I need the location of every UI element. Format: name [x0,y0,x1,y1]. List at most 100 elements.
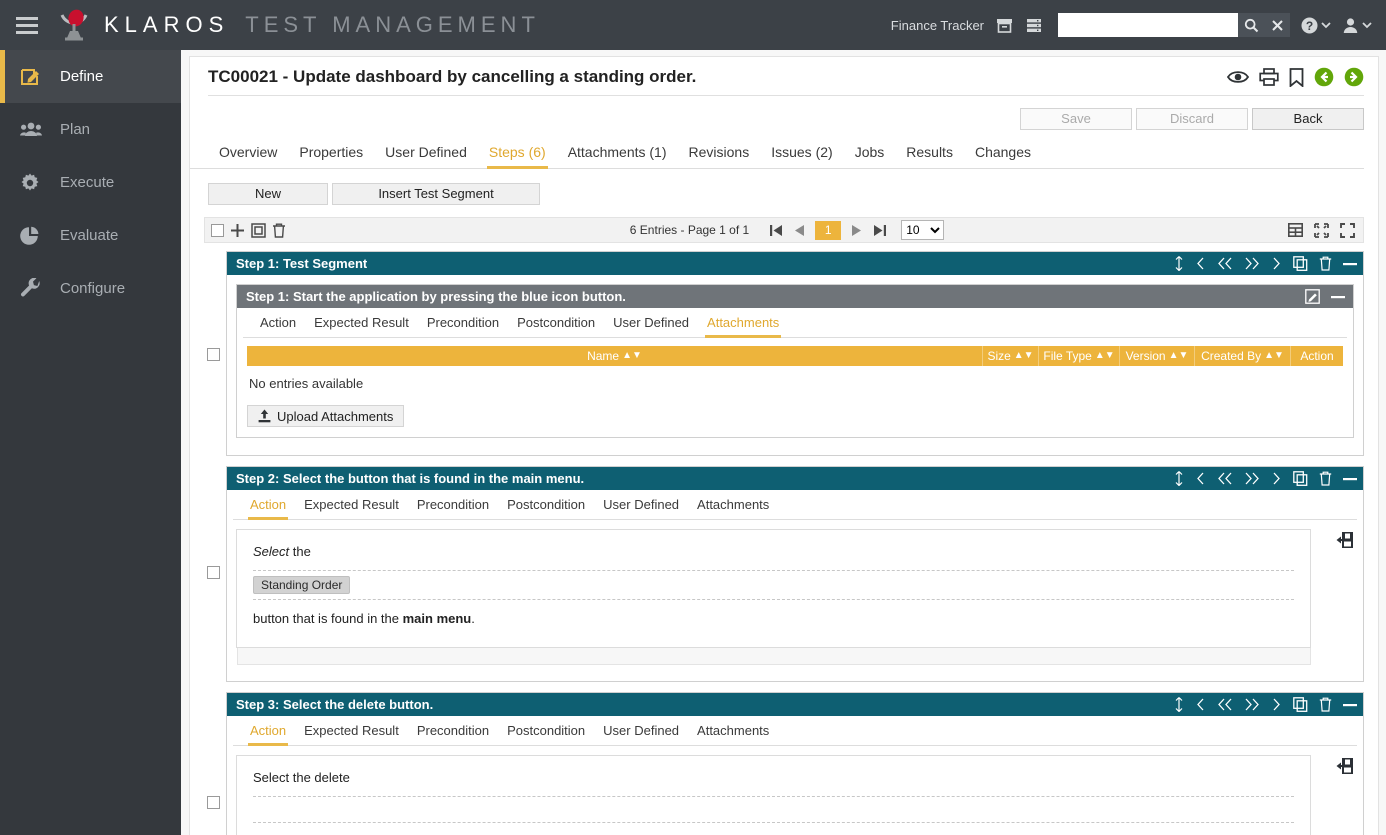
collapse-all-icon[interactable] [1314,222,1329,238]
column-header-version[interactable]: Version ▲▼ [1120,346,1195,366]
project-name[interactable]: Finance Tracker [891,18,984,33]
delete-icon[interactable] [272,223,286,238]
step-tab-action[interactable]: Action [241,490,295,520]
archive-box-icon[interactable] [994,15,1014,35]
step-tab-postcondition[interactable]: Postcondition [498,716,594,745]
tab-overview[interactable]: Overview [208,138,288,168]
tab-results[interactable]: Results [895,138,964,168]
collapse-icon[interactable] [1331,295,1345,299]
drag-move-icon[interactable] [1174,697,1184,712]
page-number[interactable]: 1 [815,220,842,240]
move-last-icon[interactable] [1244,472,1260,485]
menu-toggle-icon[interactable] [0,0,54,50]
drag-move-icon[interactable] [1174,256,1184,271]
search-icon[interactable] [1238,13,1264,37]
copy-icon[interactable] [1293,256,1308,271]
edit-icon[interactable] [1305,289,1320,304]
upload-attachments-button[interactable]: Upload Attachments [247,405,405,427]
column-header-created-by[interactable]: Created By ▲▼ [1195,346,1291,366]
column-header-name[interactable]: Name ▲▼ [247,346,983,366]
step-tab-postcondition[interactable]: Postcondition [508,308,604,337]
delete-icon[interactable] [1319,697,1332,712]
step-tab-precondition[interactable]: Precondition [418,308,508,337]
step-tab-expected-result[interactable]: Expected Result [305,308,418,337]
row-checkbox[interactable] [207,796,220,809]
tab-jobs[interactable]: Jobs [844,138,896,168]
move-first-icon[interactable] [1217,257,1233,270]
step-tab-action[interactable]: Action [241,716,295,746]
move-right-icon[interactable] [1271,472,1282,485]
sidebar-item-define[interactable]: Define [0,50,181,103]
tab-revisions[interactable]: Revisions [678,138,761,168]
sidebar-item-execute[interactable]: Execute [0,156,181,209]
table-view-icon[interactable] [1288,223,1303,237]
tab-attachments[interactable]: Attachments (1) [557,138,678,168]
save-step-icon[interactable] [1336,757,1354,775]
row-checkbox[interactable] [207,348,220,361]
discard-button[interactable]: Discard [1136,108,1248,130]
move-left-icon[interactable] [1195,698,1206,711]
step-tab-user-defined[interactable]: User Defined [594,490,688,519]
step-tab-expected-result[interactable]: Expected Result [295,490,408,519]
column-header-size[interactable]: Size ▲▼ [983,346,1039,366]
collapse-icon[interactable] [1343,262,1357,266]
print-icon[interactable] [1259,68,1279,86]
collapse-icon[interactable] [1343,703,1357,707]
column-header-file-type[interactable]: File Type ▲▼ [1039,346,1120,366]
sidebar-item-configure[interactable]: Configure [0,262,181,315]
tab-user-defined[interactable]: User Defined [374,138,478,168]
collapse-icon[interactable] [1343,477,1357,481]
sidebar-item-plan[interactable]: Plan [0,103,181,156]
last-page-icon[interactable] [872,223,887,238]
row-checkbox[interactable] [207,566,220,579]
delete-icon[interactable] [1319,256,1332,271]
fullscreen-icon[interactable] [1340,222,1355,238]
step-tab-attachments[interactable]: Attachments [698,308,788,338]
help-menu[interactable]: ? [1300,16,1331,35]
tab-issues[interactable]: Issues (2) [760,138,843,168]
server-list-icon[interactable] [1024,15,1044,35]
step-tab-postcondition[interactable]: Postcondition [498,490,594,519]
standing-order-chip[interactable]: Standing Order [253,576,351,594]
new-step-button[interactable]: New [208,183,328,205]
prev-green-icon[interactable] [1314,67,1334,87]
step-2-action-frame[interactable]: Select the Standing Order button that is… [236,529,1311,648]
step-tab-attachments[interactable]: Attachments [688,490,778,519]
add-icon[interactable] [230,223,245,238]
step-tab-attachments[interactable]: Attachments [688,716,778,745]
eye-icon[interactable] [1227,69,1249,85]
copy-icon[interactable] [1293,697,1308,712]
move-right-icon[interactable] [1271,257,1282,270]
bookmark-icon[interactable] [1289,67,1304,87]
step-tab-user-defined[interactable]: User Defined [604,308,698,337]
step-tab-precondition[interactable]: Precondition [408,716,498,745]
save-button[interactable]: Save [1020,108,1132,130]
move-first-icon[interactable] [1217,698,1233,711]
next-page-icon[interactable] [849,223,864,238]
save-step-icon[interactable] [1336,531,1354,549]
first-page-icon[interactable] [769,223,784,238]
move-right-icon[interactable] [1271,698,1282,711]
tab-steps[interactable]: Steps (6) [478,138,557,169]
move-left-icon[interactable] [1195,257,1206,270]
duplicate-icon[interactable] [251,222,266,238]
back-button[interactable]: Back [1252,108,1364,130]
move-last-icon[interactable] [1244,698,1260,711]
search-input[interactable] [1058,13,1238,37]
step-tab-user-defined[interactable]: User Defined [594,716,688,745]
prev-page-icon[interactable] [792,223,807,238]
drag-move-icon[interactable] [1174,471,1184,486]
copy-icon[interactable] [1293,471,1308,486]
sidebar-item-evaluate[interactable]: Evaluate [0,209,181,262]
page-size-select[interactable]: 102050100 [901,220,945,240]
step-tab-action[interactable]: Action [251,308,305,337]
step-tab-precondition[interactable]: Precondition [408,490,498,519]
move-last-icon[interactable] [1244,257,1260,270]
next-green-icon[interactable] [1344,67,1364,87]
move-left-icon[interactable] [1195,472,1206,485]
step-3-action-frame[interactable]: Select the delete [236,755,1311,835]
tab-properties[interactable]: Properties [288,138,374,168]
select-all-checkbox[interactable] [211,223,224,237]
delete-icon[interactable] [1319,471,1332,486]
clear-search-icon[interactable] [1264,13,1290,37]
